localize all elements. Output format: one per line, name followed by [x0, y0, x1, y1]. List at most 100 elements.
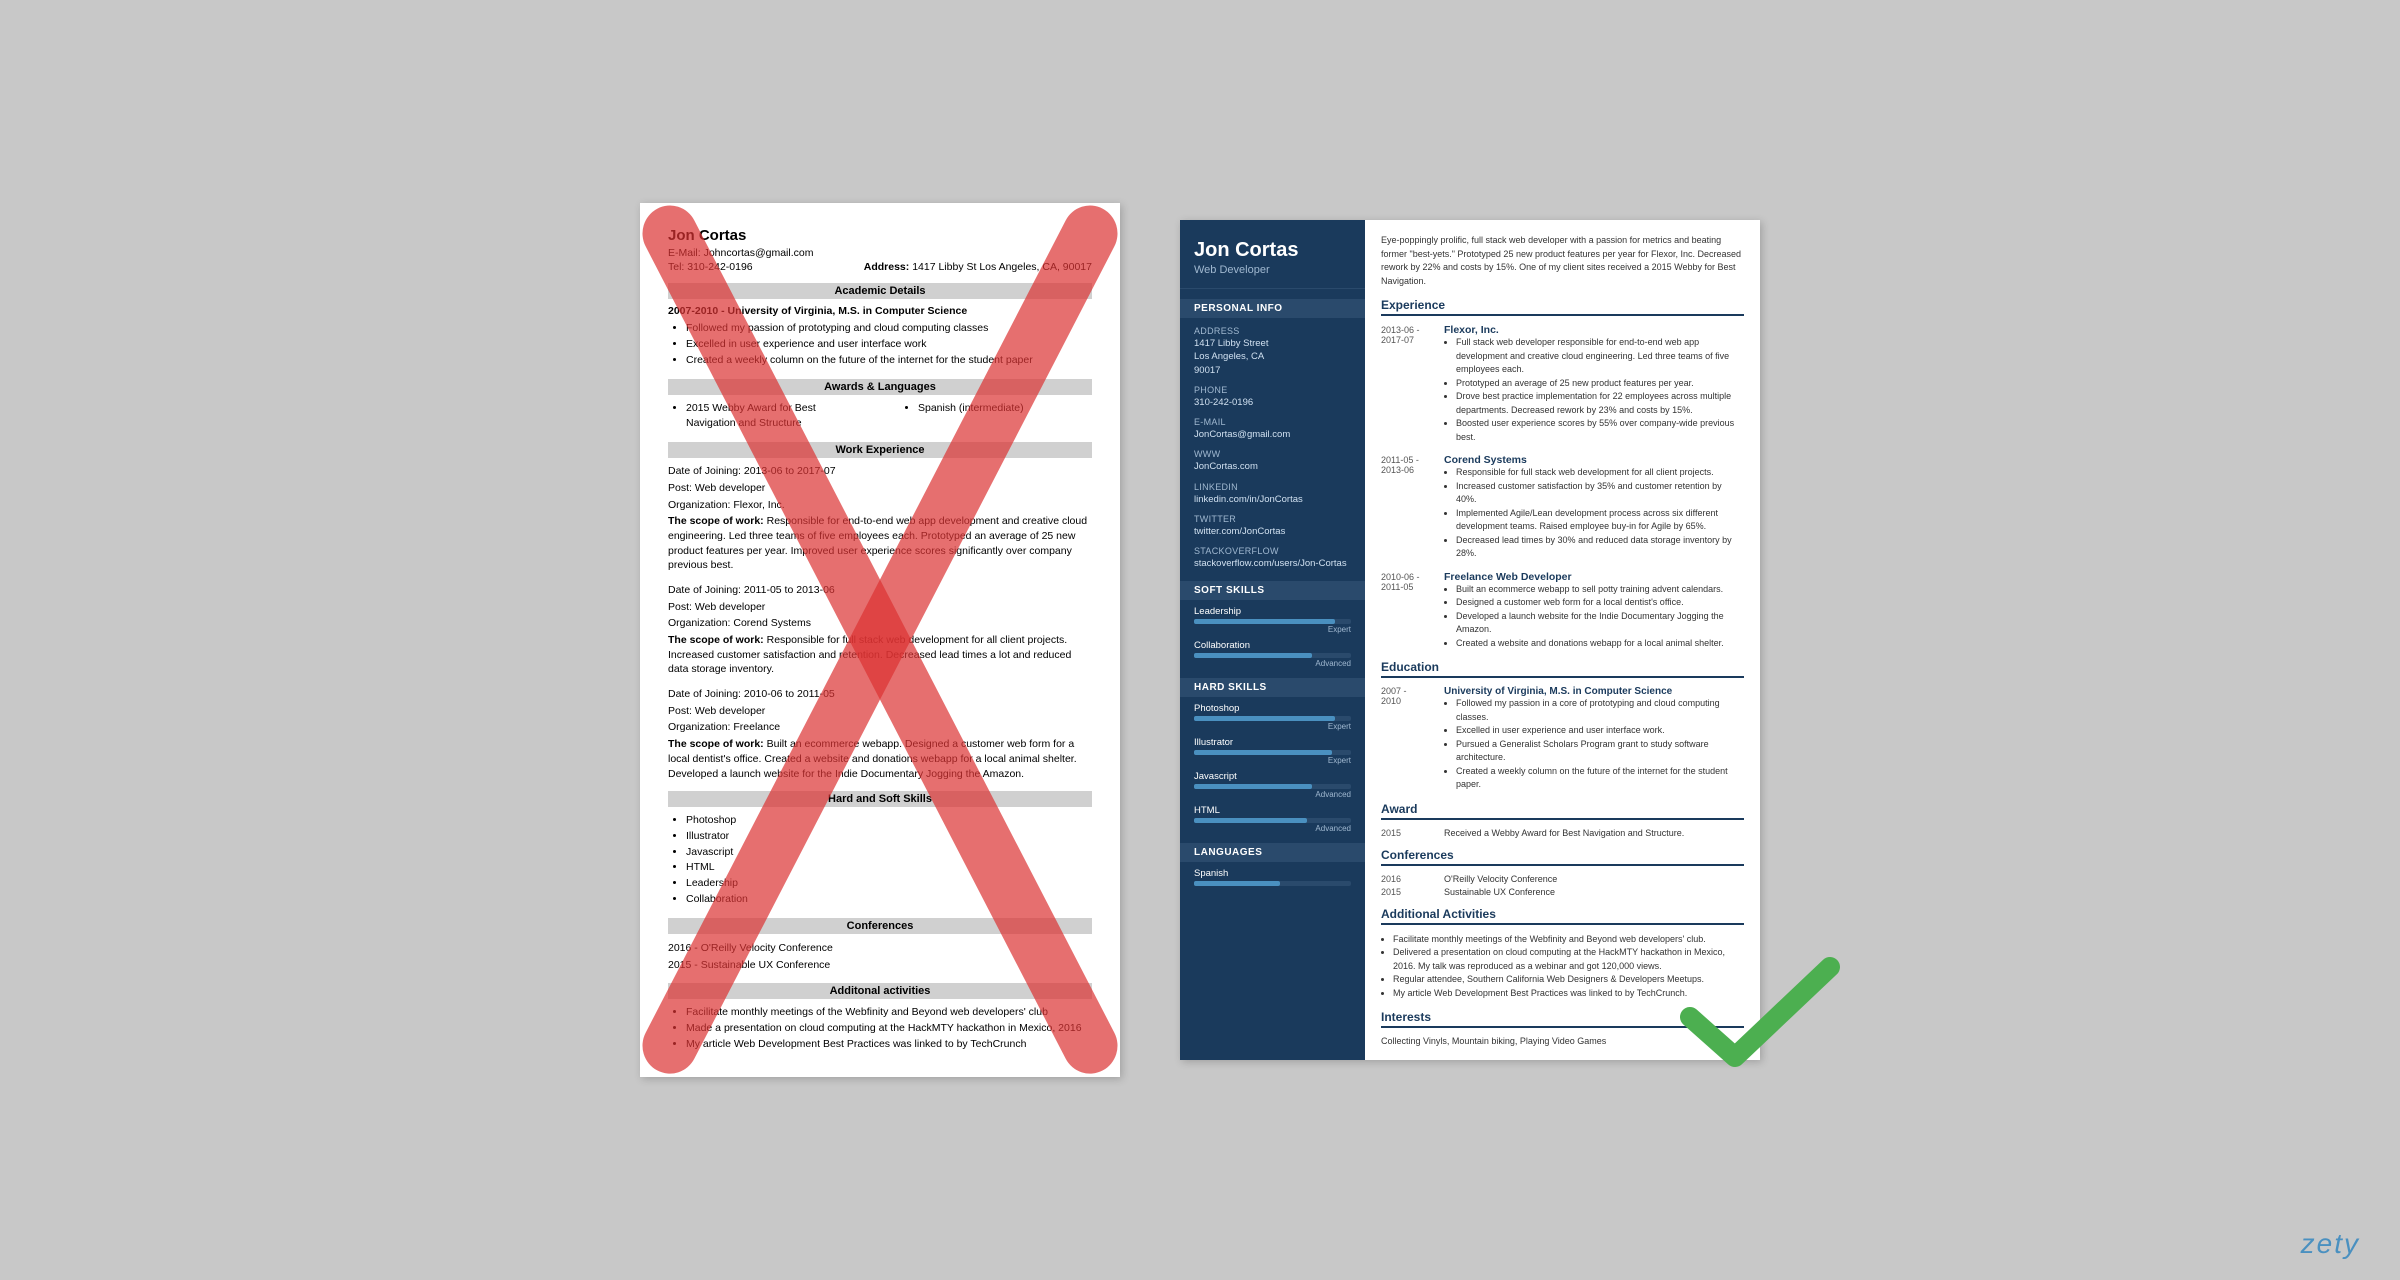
exp-date: 2010-06 - 2011-05	[1381, 571, 1436, 651]
www-label: WWW	[1194, 449, 1351, 459]
exp-date: 2011-05 - 2013-06	[1381, 454, 1436, 561]
list-item: Followed my passion in a core of prototy…	[1456, 697, 1744, 724]
resume-sidebar: Jon Cortas Web Developer Personal Info A…	[1180, 220, 1365, 1060]
exp-entry-1: 2013-06 - 2017-07 Flexor, Inc. Full stac…	[1381, 324, 1744, 444]
sidebar-full-name: Jon Cortas	[1194, 238, 1351, 262]
exp-company: Freelance Web Developer	[1444, 571, 1744, 583]
list-item: Prototyped an average of 25 new product …	[1456, 377, 1744, 391]
job-entry-1: Date of Joining: 2013-06 to 2017-07 Post…	[668, 464, 1092, 573]
conferences-section-header: Conferences	[668, 918, 1092, 934]
email-value: JonCortas@gmail.com	[1194, 428, 1351, 441]
skill-bar-fill	[1194, 784, 1312, 789]
skill-level: Expert	[1194, 625, 1351, 634]
exp-bullets: Responsible for full stack web developme…	[1456, 466, 1744, 561]
email-label: E-mail	[1194, 417, 1351, 427]
list-item: Full stack web developer responsible for…	[1456, 336, 1744, 377]
soft-skills-section-title: Soft Skills	[1180, 581, 1365, 600]
twitter-value: twitter.com/JonCortas	[1194, 525, 1351, 538]
activities-list: Facilitate monthly meetings of the Webfi…	[686, 1005, 1092, 1052]
skill-level: Expert	[1194, 756, 1351, 765]
left-name: Jon Cortas	[668, 227, 1092, 244]
list-item: HTML	[686, 860, 1092, 876]
left-resume: Jon Cortas E-Mail: Johncortas@gmail.com …	[640, 203, 1120, 1076]
skill-illustrator: Illustrator Expert	[1180, 737, 1365, 765]
edu-title: University of Virginia, M.S. in Computer…	[1444, 686, 1744, 697]
exp-entry-3: 2010-06 - 2011-05 Freelance Web Develope…	[1381, 571, 1744, 651]
skill-level: Advanced	[1194, 790, 1351, 799]
skill-name: Javascript	[1194, 771, 1351, 782]
edu-date: 2007 - 2010	[1381, 686, 1436, 792]
exp-bullets: Full stack web developer responsible for…	[1456, 336, 1744, 444]
conf-1: 2016 - O'Reilly Velocity Conference	[668, 940, 1092, 957]
personal-section-title: Personal Info	[1180, 299, 1365, 318]
list-item: Made a presentation on cloud computing a…	[686, 1021, 1092, 1037]
list-item: Illustrator	[686, 829, 1092, 845]
experience-section-title: Experience	[1381, 298, 1744, 316]
edu-body: University of Virginia, M.S. in Computer…	[1444, 686, 1744, 792]
exp-company: Flexor, Inc.	[1444, 324, 1744, 336]
skill-bar-bg	[1194, 784, 1351, 789]
skill-bar-fill	[1194, 750, 1332, 755]
zety-watermark: zety	[2301, 1228, 2360, 1260]
activities-section-header: Additonal activities	[668, 983, 1092, 999]
exp-body: Flexor, Inc. Full stack web developer re…	[1444, 324, 1744, 444]
edu-bullets: Followed my passion in a core of prototy…	[1456, 697, 1744, 792]
skill-bar-bg	[1194, 750, 1351, 755]
edu-entry-1: 2007 - 2010 University of Virginia, M.S.…	[1381, 686, 1744, 792]
language-bar-bg	[1194, 881, 1351, 886]
list-item: Followed my passion of prototyping and c…	[686, 321, 1092, 337]
skill-name: Collaboration	[1194, 640, 1351, 651]
conf-year: 2016	[1381, 874, 1436, 884]
work-section-header: Work Experience	[668, 442, 1092, 458]
list-item: Boosted user experience scores by 55% ov…	[1456, 417, 1744, 444]
list-item: Collaboration	[686, 892, 1092, 908]
list-item: Leadership	[686, 876, 1092, 892]
list-item: Built an ecommerce webapp to sell potty …	[1456, 583, 1744, 597]
right-resume: Jon Cortas Web Developer Personal Info A…	[1180, 220, 1760, 1060]
summary-text: Eye-poppingly prolific, full stack web d…	[1381, 234, 1744, 288]
list-item: Facilitate monthly meetings of the Webfi…	[1393, 933, 1744, 947]
list-item: Drove best practice implementation for 2…	[1456, 390, 1744, 417]
list-item: Responsible for full stack web developme…	[1456, 466, 1744, 480]
skill-name: Photoshop	[1194, 703, 1351, 714]
conf-2: 2015 - Sustainable UX Conference	[668, 957, 1092, 974]
phone-value: 310-242-0196	[1194, 396, 1351, 409]
exp-company: Corend Systems	[1444, 454, 1744, 466]
award-year: 2015	[1381, 828, 1436, 838]
list-item: Excelled in user experience and user int…	[686, 337, 1092, 353]
award-section-title: Award	[1381, 802, 1744, 820]
personal-info-block: Address 1417 Libby Street Los Angeles, C…	[1180, 326, 1365, 571]
twitter-label: Twitter	[1194, 514, 1351, 524]
exp-entry-2: 2011-05 - 2013-06 Corend Systems Respons…	[1381, 454, 1744, 561]
list-item: Spanish (intermediate)	[918, 401, 1092, 417]
academic-section-header: Academic Details	[668, 283, 1092, 299]
left-email: E-Mail: Johncortas@gmail.com	[668, 247, 1092, 259]
skill-bar-fill	[1194, 818, 1307, 823]
interests-text: Collecting Vinyls, Mountain biking, Play…	[1381, 1036, 1744, 1046]
list-item: Pursued a Generalist Scholars Program gr…	[1456, 738, 1744, 765]
award-entry: 2015 Received a Webby Award for Best Nav…	[1381, 828, 1744, 838]
list-item: Regular attendee, Southern California We…	[1393, 973, 1744, 987]
list-item: Created a weekly column on the future of…	[686, 353, 1092, 369]
conferences-section-title: Conferences	[1381, 848, 1744, 866]
stackoverflow-label: StackOverflow	[1194, 546, 1351, 556]
skill-photoshop: Photoshop Expert	[1180, 703, 1365, 731]
list-item: Facilitate monthly meetings of the Webfi…	[686, 1005, 1092, 1021]
exp-bullets: Built an ecommerce webapp to sell potty …	[1456, 583, 1744, 651]
www-value: JonCortas.com	[1194, 460, 1351, 473]
list-item: Created a website and donations webapp f…	[1456, 637, 1744, 651]
conf-year: 2015	[1381, 887, 1436, 897]
language-spanish: Spanish	[1180, 868, 1365, 886]
sidebar-title: Web Developer	[1194, 264, 1351, 276]
left-contact-row: Tel: 310-242-0196 Address: 1417 Libby St…	[668, 261, 1092, 273]
sidebar-name-block: Jon Cortas Web Developer	[1180, 220, 1365, 289]
exp-body: Freelance Web Developer Built an ecommer…	[1444, 571, 1744, 651]
awards-list: 2015 Webby Award for Best Navigation and…	[668, 401, 1092, 433]
list-item: Delivered a presentation on cloud comput…	[1393, 946, 1744, 973]
address-value: 1417 Libby Street Los Angeles, CA 90017	[1194, 337, 1351, 377]
skill-bar-bg	[1194, 619, 1351, 624]
linkedin-value: linkedin.com/in/JonCortas	[1194, 493, 1351, 506]
skill-html: HTML Advanced	[1180, 805, 1365, 833]
exp-date: 2013-06 - 2017-07	[1381, 324, 1436, 444]
language-bar-fill	[1194, 881, 1280, 886]
